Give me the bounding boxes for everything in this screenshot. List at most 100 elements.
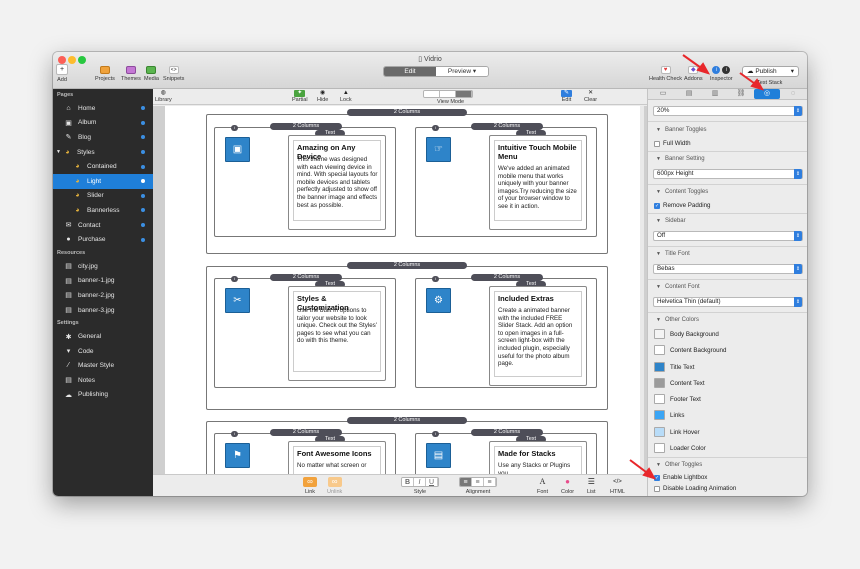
sidebar-item-notes[interactable]: ▤ Notes <box>53 373 153 388</box>
other-colors-header[interactable]: ▼ Other Colors <box>656 317 699 323</box>
lock-button[interactable]: ▲ Lock <box>340 90 352 103</box>
sidebar-select[interactable]: Off ⇕ <box>653 231 803 241</box>
underline-button[interactable]: U <box>426 478 438 486</box>
sidebar-item-master-style[interactable]: ⁄ Master Style <box>53 359 153 374</box>
sidebar-item-contact[interactable]: ✉ Contact <box>53 218 153 233</box>
health-check-button[interactable]: ♥ Health Check <box>649 66 682 82</box>
sidebar-item-styles[interactable]: ▼ ◕ Styles <box>53 145 153 160</box>
column-box[interactable]: 2 Columns i ⚑ Text Font Awesome Icons No… <box>214 429 396 474</box>
add-button[interactable]: + Add <box>56 64 68 83</box>
title-font-header[interactable]: ▼ Title Font <box>656 251 690 257</box>
disclosure-down-icon[interactable]: ▼ <box>56 149 61 155</box>
two-column-stack[interactable]: 2 Columns 2 Columns i ✂ Text Styles & Cu… <box>206 262 608 410</box>
enable-lightbox-checkbox[interactable]: ✓ Enable Lightbox <box>654 474 707 481</box>
column-box[interactable]: 2 Columns i ▣ Text Amazing on Any Device… <box>214 123 396 237</box>
media-button[interactable]: Media <box>144 66 159 82</box>
sidebar-item-slider[interactable]: ◕ Slider <box>53 189 153 204</box>
sidebar-item-bannerless[interactable]: ◕ Bannerless <box>53 203 153 218</box>
color-button[interactable]: ● Color <box>561 477 574 495</box>
resource-item-banner-2[interactable]: ▤ banner-2.jpg <box>53 288 153 303</box>
color-swatch[interactable] <box>654 427 665 437</box>
inspector-button[interactable]: i i Inspector <box>710 66 733 82</box>
text-block[interactable]: Made for Stacks Use any Stacks or Plugin… <box>489 441 587 474</box>
edit-mode-button[interactable]: Edit <box>384 67 436 76</box>
clear-button[interactable]: ✕ Clear <box>584 90 597 103</box>
canvas-scrollbar[interactable] <box>640 106 644 474</box>
two-column-stack[interactable]: 2 Columns 2 Columns i ▣ Text Amazing on … <box>206 109 608 254</box>
tab-header-icon[interactable]: ▥ <box>702 89 728 99</box>
list-button[interactable]: ☰ List <box>587 477 596 495</box>
hide-button[interactable]: ◉ Hide <box>317 90 328 103</box>
view-mode-2-button[interactable] <box>440 91 456 97</box>
align-left-button[interactable]: ≡ <box>460 478 472 486</box>
full-width-checkbox[interactable]: Full Width <box>654 140 691 147</box>
resource-item-banner-1[interactable]: ▤ banner-1.jpg <box>53 274 153 289</box>
sidebar-item-publishing[interactable]: ☁ Publishing <box>53 388 153 403</box>
addons-button[interactable]: ◆ Addons <box>684 66 703 82</box>
other-toggles-header[interactable]: ▼ Other Toggles <box>656 462 702 468</box>
content-font-select[interactable]: Helvetica Thin (default) ⇕ <box>653 297 803 307</box>
snippets-button[interactable]: <> Snippets <box>163 66 184 82</box>
body-background-color[interactable]: Body Background <box>654 329 719 339</box>
content-font-header[interactable]: ▼ Content Font <box>656 284 700 290</box>
text-block[interactable]: Amazing on Any Device This theme was des… <box>288 135 386 230</box>
font-button[interactable]: A Font <box>537 477 548 495</box>
text-block[interactable]: Font Awesome Icons No matter what screen… <box>288 441 386 474</box>
align-center-button[interactable]: ≡ <box>472 478 484 486</box>
view-mode-3-button[interactable] <box>456 91 472 97</box>
column-box[interactable]: 2 Columns i ⚙ Text Included Extras Creat… <box>415 274 597 388</box>
resource-item-banner-3[interactable]: ▤ banner-3.jpg <box>53 303 153 318</box>
column-box[interactable]: 2 Columns i ✂ Text Styles & Customizatio… <box>214 274 396 388</box>
content-text-color[interactable]: Content Text <box>654 378 705 388</box>
title-font-select[interactable]: Bebas ⇕ <box>653 264 803 274</box>
themes-button[interactable]: Themes <box>121 66 141 82</box>
text-block[interactable]: Styles & Customization Use the built in … <box>288 286 386 381</box>
color-swatch[interactable] <box>654 410 665 420</box>
title-text-color[interactable]: Title Text <box>654 362 694 372</box>
two-column-stack[interactable]: 2 Columns 2 Columns i ⚑ Text Font Awesom… <box>206 417 608 474</box>
library-button[interactable]: ◍ Library <box>155 90 172 103</box>
tab-theme-icon[interactable]: ◎ <box>754 89 780 99</box>
links-color[interactable]: Links <box>654 410 684 420</box>
sidebar-item-album[interactable]: ▣ Album <box>53 116 153 131</box>
remove-padding-checkbox[interactable]: ✓ Remove Padding <box>654 202 710 209</box>
text-block[interactable]: Intuitive Touch Mobile Menu We've added … <box>489 135 587 230</box>
disable-loading-animation-checkbox[interactable]: Disable Loading Animation <box>654 485 736 492</box>
loader-color[interactable]: Loader Color <box>654 443 706 453</box>
content-toggles-header[interactable]: ▼ Content Toggles <box>656 189 708 195</box>
bold-button[interactable]: B <box>402 478 414 486</box>
sidebar-item-home[interactable]: ⌂ Home <box>53 101 153 116</box>
color-swatch[interactable] <box>654 394 665 404</box>
partial-button[interactable]: ✦ Partial <box>292 90 308 103</box>
edit-button[interactable]: ✎ Edit <box>561 90 572 103</box>
color-swatch[interactable] <box>654 443 665 453</box>
publish-button[interactable]: ☁ Publish ▾ <box>742 66 799 77</box>
unlink-button[interactable]: ∞ Unlink <box>327 477 342 495</box>
preview-mode-button[interactable]: Preview ▾ <box>436 67 488 76</box>
align-right-button[interactable]: ≡ <box>484 478 496 486</box>
sidebar-header[interactable]: ▼ Sidebar <box>656 218 686 224</box>
color-swatch[interactable] <box>654 329 665 339</box>
color-swatch[interactable] <box>654 378 665 388</box>
color-swatch[interactable] <box>654 362 665 372</box>
italic-button[interactable]: I <box>414 478 426 486</box>
top-value-select[interactable]: 20% ⇕ <box>653 106 803 116</box>
sidebar-item-purchase[interactable]: ● Purchase <box>53 232 153 247</box>
resource-item-city[interactable]: ▤ city.jpg <box>53 259 153 274</box>
link-hover-color[interactable]: Link Hover <box>654 427 700 437</box>
tab-link-icon[interactable]: ⛓ <box>728 89 754 99</box>
banner-height-select[interactable]: 600px Height ⇕ <box>653 169 803 179</box>
banner-setting-header[interactable]: ▼ Banner Setting <box>656 156 705 162</box>
sidebar-item-light[interactable]: ◕ Light <box>53 173 153 189</box>
view-mode-1-button[interactable] <box>424 91 440 97</box>
column-box[interactable]: 2 Columns i ☞ Text Intuitive Touch Mobil… <box>415 123 597 237</box>
tab-page-icon[interactable]: ▭ <box>650 89 676 99</box>
sidebar-item-code[interactable]: ▾ Code <box>53 344 153 359</box>
tab-settings-icon[interactable]: ◌ <box>780 89 806 99</box>
content-background-color[interactable]: Content Background <box>654 345 726 355</box>
sidebar-item-blog[interactable]: ✎ Blog <box>53 130 153 145</box>
column-box[interactable]: 2 Columns i ▤ Text Made for Stacks Use a… <box>415 429 597 474</box>
sidebar-item-contained[interactable]: ◕ Contained <box>53 159 153 174</box>
sidebar-item-general[interactable]: ✱ General <box>53 329 153 344</box>
projects-button[interactable]: Projects <box>95 66 115 82</box>
